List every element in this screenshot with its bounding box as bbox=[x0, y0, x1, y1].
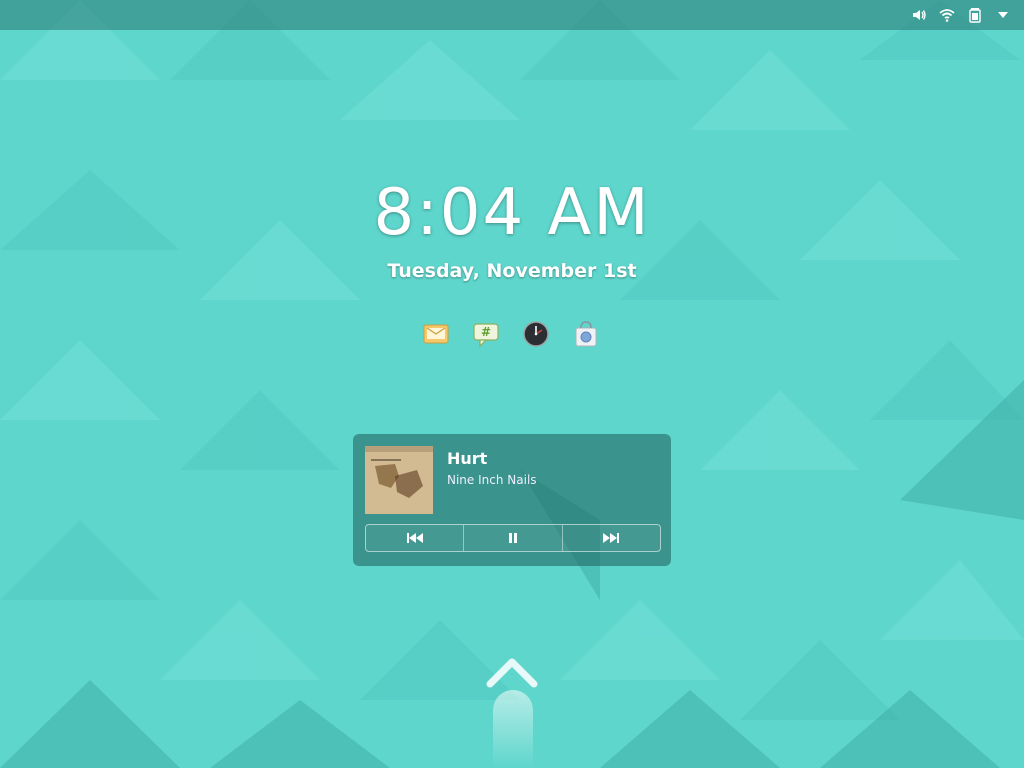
lock-screen-date: Tuesday, November 1st bbox=[387, 260, 637, 282]
chat-icon[interactable]: # bbox=[470, 318, 502, 350]
notification-icons: # bbox=[420, 318, 602, 350]
previous-button[interactable] bbox=[366, 525, 463, 551]
menu-arrow-icon[interactable] bbox=[994, 6, 1012, 24]
media-player-card: Hurt Nine Inch Nails bbox=[353, 434, 671, 566]
status-area[interactable] bbox=[910, 0, 1012, 30]
battery-icon[interactable] bbox=[966, 6, 984, 24]
next-icon bbox=[603, 533, 620, 543]
mail-icon[interactable] bbox=[420, 318, 452, 350]
volume-icon[interactable] bbox=[910, 6, 928, 24]
wifi-icon[interactable] bbox=[938, 6, 956, 24]
unlock-glow bbox=[493, 690, 533, 768]
top-bar bbox=[0, 0, 1024, 30]
media-controls bbox=[365, 524, 661, 552]
track-title: Hurt bbox=[447, 449, 488, 468]
pause-button[interactable] bbox=[463, 525, 561, 551]
next-button[interactable] bbox=[561, 525, 660, 551]
clock-icon[interactable] bbox=[520, 318, 552, 350]
lock-screen-time: 8:04 AM bbox=[373, 176, 651, 250]
software-store-icon[interactable] bbox=[570, 318, 602, 350]
pause-icon bbox=[508, 533, 517, 543]
unlock-arrow-icon[interactable] bbox=[484, 656, 540, 690]
previous-icon bbox=[406, 533, 423, 543]
album-art bbox=[365, 446, 433, 514]
track-artist: Nine Inch Nails bbox=[447, 473, 537, 487]
wallpaper bbox=[0, 0, 1024, 768]
svg-text:#: # bbox=[481, 325, 491, 339]
